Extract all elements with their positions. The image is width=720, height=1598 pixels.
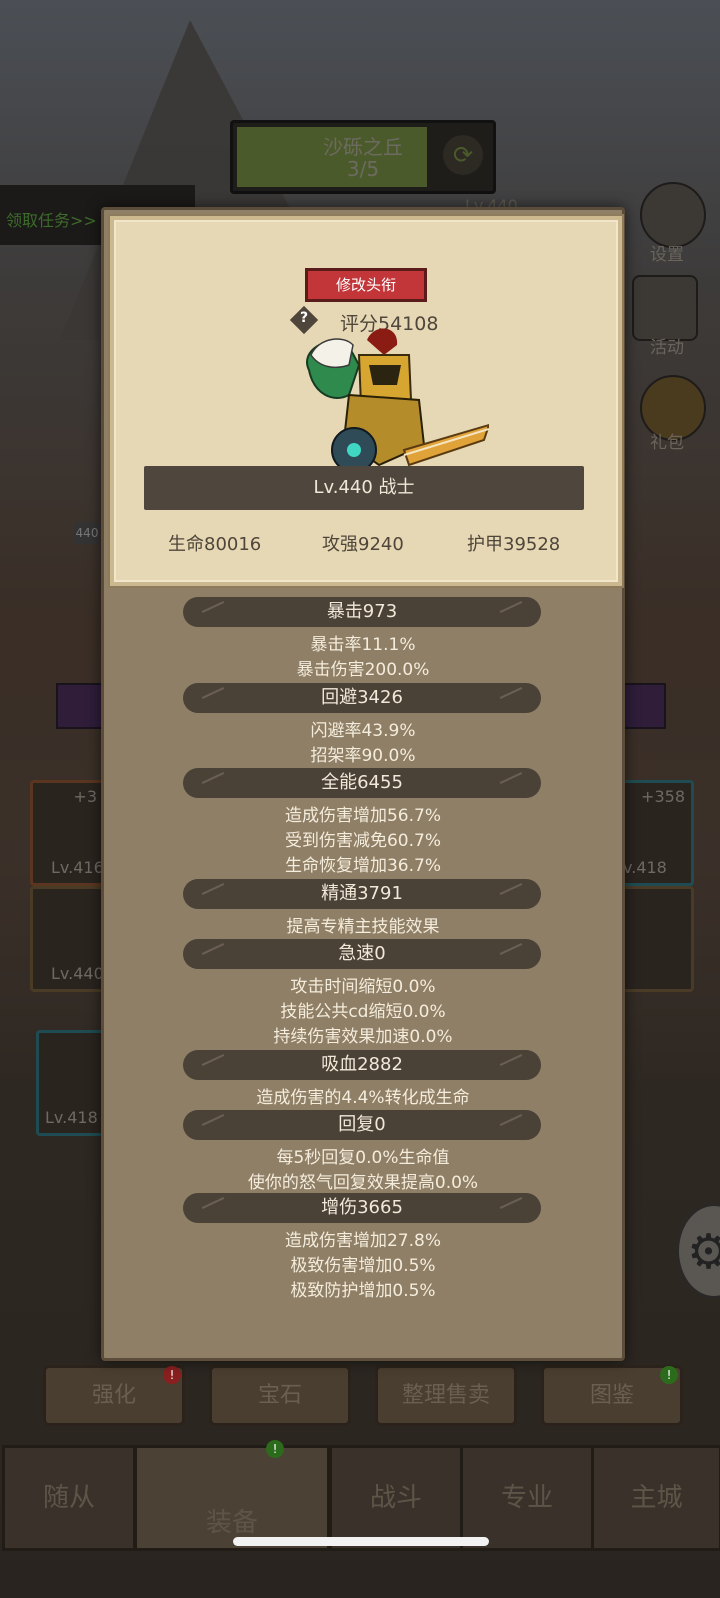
armor-stat: 护甲39528 [467, 534, 561, 555]
purple-bar-right [618, 683, 666, 729]
nav-equipment[interactable]: 装备 [134, 1445, 330, 1551]
settings-gear-icon[interactable] [640, 182, 706, 248]
haste-header: 急速0 [183, 939, 541, 969]
stat-line: 闪避率43.9% [310, 721, 416, 741]
equip-slot[interactable]: +358 v.418 [618, 780, 694, 886]
equip-slot[interactable]: Lv.440 [30, 886, 106, 992]
stat-line: 造成伤害的4.4%转化成生命 [256, 1088, 470, 1108]
stat-line: 招架率90.0% [310, 746, 416, 766]
nav-followers[interactable]: 随从 [2, 1445, 136, 1551]
stat-line: 每5秒回复0.0%生命值 [276, 1148, 450, 1168]
attack-stat: 攻强9240 [322, 534, 404, 555]
mastery-header: 精通3791 [183, 879, 541, 909]
stat-line: 极致伤害增加0.5% [290, 1256, 436, 1276]
nav-profession[interactable]: 专业 [460, 1445, 594, 1551]
stat-line: 暴击伤害200.0% [296, 660, 430, 680]
damage-bonus-header: 增伤3665 [183, 1193, 541, 1223]
activity-label: 活动 [650, 338, 684, 358]
lifesteal-header: 吸血2882 [183, 1050, 541, 1080]
stat-line: 攻击时间缩短0.0% [290, 977, 436, 997]
level-badge: 440 [74, 522, 100, 544]
regen-header: 回复0 [183, 1110, 541, 1140]
hp-stat: 生命80016 [168, 534, 262, 555]
notice-badge-icon: ! [660, 1366, 678, 1384]
stat-line: 受到伤害减免60.7% [284, 831, 441, 851]
level-class-bar: Lv.440 战士 [144, 466, 584, 510]
equip-slot[interactable]: +3 Lv.416 [30, 780, 106, 886]
purple-bar-left [56, 683, 106, 729]
nav-battle[interactable]: 战斗 [329, 1445, 463, 1551]
nav-main-city[interactable]: 主城 [591, 1445, 720, 1551]
versatility-header: 全能6455 [183, 768, 541, 798]
stat-line: 技能公共cd缩短0.0% [280, 1002, 446, 1022]
task-text: 领取任务>> [6, 211, 97, 230]
notice-badge-icon: ! [266, 1440, 284, 1458]
slot-level: v.418 [623, 858, 667, 877]
crit-header: 暴击973 [183, 597, 541, 627]
slot-plus: +358 [641, 787, 685, 806]
sort-sell-button[interactable]: 整理售卖 [375, 1365, 517, 1426]
slot-level: Lv.418 [45, 1108, 98, 1127]
settings-label: 设置 [650, 245, 684, 265]
gem-button[interactable]: 宝石 [209, 1365, 351, 1426]
character-stats-popup[interactable]: 修改头衔 ? 评分54108 Lv.440 战士 生命80016 攻强9240 … [101, 207, 625, 1361]
stat-line: 极致防护增加0.5% [290, 1281, 436, 1301]
slot-level: Lv.416 [51, 858, 104, 877]
stat-line: 暴击率11.1% [310, 635, 416, 655]
slot-plus: +3 [73, 787, 97, 806]
stat-line: 造成伤害增加27.8% [284, 1231, 441, 1251]
refresh-icon[interactable]: ⟳ [443, 135, 483, 175]
gift-label: 礼包 [650, 433, 684, 453]
equip-slot[interactable] [618, 886, 694, 992]
base-stats-row: 生命80016 攻强9240 护甲39528 [114, 530, 618, 560]
stat-line: 生命恢复增加36.7% [284, 856, 441, 876]
warrior-character-image [306, 328, 489, 473]
help-question-icon: ? [300, 310, 309, 326]
home-indicator[interactable] [233, 1537, 489, 1546]
slot-level: Lv.440 [51, 964, 104, 983]
character-card: 修改头衔 ? 评分54108 Lv.440 战士 生命80016 攻强9240 … [108, 214, 624, 588]
rename-title-button[interactable]: 修改头衔 [305, 268, 427, 302]
dodge-header: 回避3426 [183, 683, 541, 713]
stat-line: 持续伤害效果加速0.0% [273, 1027, 453, 1047]
stat-line: 提高专精主技能效果 [286, 917, 440, 937]
activity-scroll-icon[interactable] [632, 275, 698, 341]
stage-progress-bar[interactable]: 沙砾之丘 3/5 ⟳ [230, 120, 496, 194]
stat-line: 造成伤害增加56.7% [284, 806, 441, 826]
alert-badge-icon: ! [163, 1366, 181, 1384]
stat-line: 使你的怒气回复效果提高0.0% [247, 1173, 479, 1193]
